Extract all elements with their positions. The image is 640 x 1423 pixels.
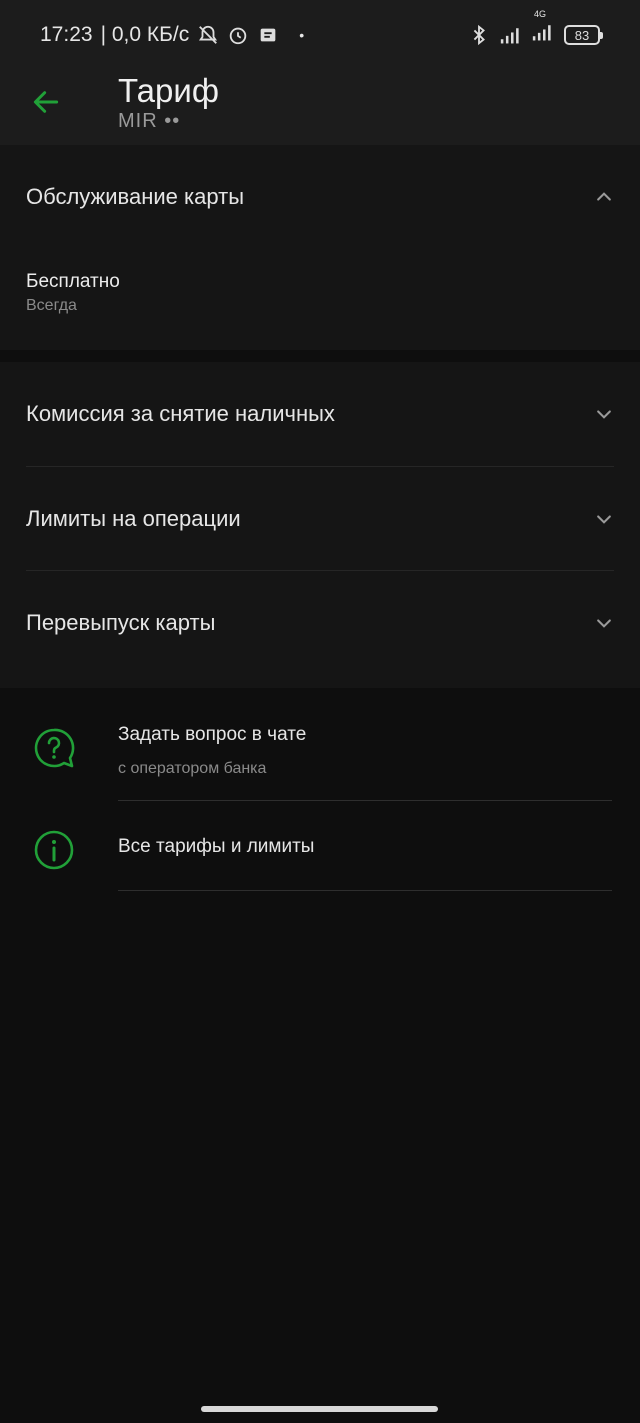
all-tariffs-action[interactable]: Все тарифы и лимиты — [0, 802, 640, 892]
status-dot: • — [299, 27, 305, 43]
actions-section: Задать вопрос в чате с оператором банка … — [0, 700, 640, 1423]
chat-action-subtitle: с оператором банка — [118, 760, 267, 777]
home-indicator[interactable] — [201, 1406, 438, 1412]
info-icon — [34, 830, 74, 870]
status-speed: | 0,0 КБ/с — [100, 23, 190, 46]
network-type: 4G — [534, 9, 547, 19]
section-card-reissue[interactable]: Перевыпуск карты — [26, 571, 614, 675]
back-button[interactable] — [26, 82, 66, 122]
divider — [118, 800, 612, 801]
chevron-up-icon — [594, 187, 614, 207]
card-service-period: Всегда — [26, 297, 77, 314]
mute-bell-icon — [199, 25, 218, 44]
section-label: Комиссия за снятие наличных — [26, 401, 335, 426]
section-cash-withdrawal[interactable]: Комиссия за снятие наличных — [26, 362, 614, 466]
all-tariffs-title: Все тарифы и лимиты — [118, 836, 315, 857]
signal-icon — [500, 28, 519, 44]
chat-question-icon — [34, 728, 75, 768]
card-service-section: Обслуживание карты Бесплатно Всегда — [0, 145, 640, 350]
alarm-icon — [229, 27, 247, 45]
status-bar: 17:23 | 0,0 КБ/с • 4G 83 — [0, 0, 640, 70]
signal-4g: 4G — [532, 9, 554, 49]
section-operation-limits[interactable]: Лимиты на операции — [26, 467, 614, 571]
signal-4g-icon — [532, 25, 551, 41]
arrow-left-icon — [33, 91, 59, 113]
page-title: Тариф — [118, 72, 219, 109]
battery-icon: 83 — [564, 25, 603, 45]
chat-action[interactable]: Задать вопрос в чате с оператором банка — [0, 700, 640, 802]
chevron-down-icon — [594, 404, 614, 424]
battery-level: 83 — [574, 27, 590, 43]
chevron-down-icon — [594, 613, 614, 633]
status-time: 17:23 — [40, 23, 93, 46]
chat-action-title: Задать вопрос в чате — [118, 724, 307, 745]
card-service-price: Бесплатно — [26, 271, 120, 292]
card-service-title: Обслуживание карты — [26, 184, 245, 209]
bluetooth-icon — [473, 24, 485, 46]
tariff-sections: Комиссия за снятие наличных Лимиты на оп… — [0, 362, 640, 688]
chevron-down-icon — [594, 509, 614, 529]
section-label: Перевыпуск карты — [26, 610, 216, 635]
card-service-header[interactable]: Обслуживание карты — [26, 145, 614, 249]
message-icon — [260, 28, 276, 42]
app-bar: Тариф MIR •• — [0, 70, 640, 145]
card-subtitle: MIR •• — [118, 110, 181, 132]
section-label: Лимиты на операции — [26, 506, 241, 531]
divider — [118, 890, 612, 891]
